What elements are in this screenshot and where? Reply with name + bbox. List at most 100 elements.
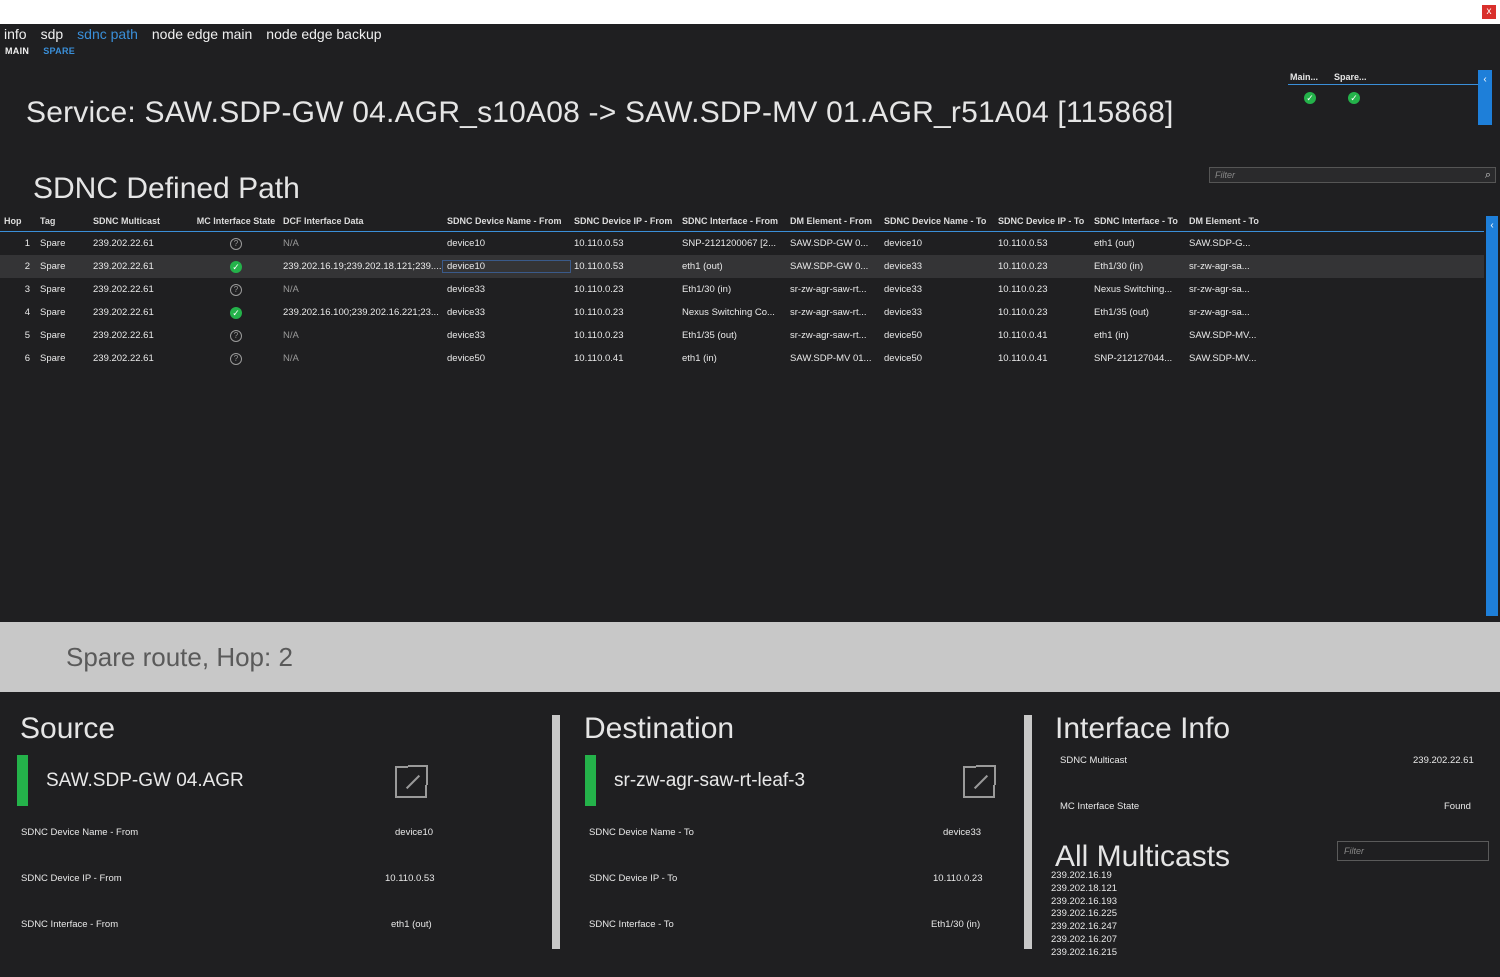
close-button[interactable]: x [1482, 5, 1496, 19]
table-cell: Spare [40, 284, 66, 295]
collapse-status-button[interactable]: ‹ [1478, 70, 1492, 125]
tab-node-edge-backup[interactable]: node edge backup [266, 26, 381, 46]
column-header[interactable]: SDNC Device IP - To [994, 216, 1090, 231]
open-external-icon[interactable] [963, 765, 996, 798]
column-header[interactable]: DM Element - To [1185, 216, 1280, 231]
table-cell: 239.202.22.61 [93, 238, 154, 249]
table-cell: sr-zw-agr-sa... [1189, 261, 1250, 272]
table-cell: SAW.SDP-G... [1189, 238, 1251, 249]
column-header[interactable]: SDNC Interface - From [678, 216, 786, 231]
panel-divider [552, 715, 560, 949]
column-header[interactable]: DM Element - From [786, 216, 880, 231]
tab-sdnc-path[interactable]: sdnc path [77, 26, 138, 46]
destination-device-header: sr-zw-agr-saw-rt-leaf-3 [585, 755, 805, 806]
tab-node-edge-main[interactable]: node edge main [152, 26, 252, 46]
table-cell: 10.110.0.23 [998, 307, 1048, 318]
open-external-icon[interactable] [395, 765, 428, 798]
table-cell: 239.202.16.100;239.202.16.221;23... [283, 307, 439, 318]
table-cell: 3 [24, 284, 30, 295]
tab-info[interactable]: info [4, 26, 27, 46]
table-row[interactable]: 4 Spare 239.202.22.61 ✓ 239.202.16.100;239.2… [0, 301, 1484, 324]
table-cell: SNP-2121200067 [2... [682, 238, 777, 249]
subtab-main[interactable]: MAIN [5, 46, 29, 56]
table-cell: 10.110.0.41 [998, 353, 1048, 364]
main-status-ok-icon: ✓ [1304, 92, 1316, 104]
table-cell: 5 [24, 330, 30, 341]
list-item[interactable]: 239.202.16.225 [1051, 908, 1117, 921]
path-filter-input[interactable]: Filter ⌕ [1209, 167, 1496, 183]
source-status-bar [17, 755, 28, 806]
table-row[interactable]: 5 Spare 239.202.22.61? N/A device33 10.110.0.… [0, 324, 1484, 347]
table-cell: 10.110.0.53 [574, 238, 624, 249]
table-cell: 2 [24, 261, 30, 272]
table-cell: eth1 (in) [1094, 330, 1129, 341]
service-title: Service: SAW.SDP-GW 04.AGR_s10A08 -> SAW… [26, 96, 1174, 129]
table-row[interactable]: 1 Spare 239.202.22.61? N/A device10 10.110.0.… [0, 232, 1484, 255]
list-item[interactable]: 239.202.16.215 [1051, 947, 1117, 960]
column-header[interactable]: DCF Interface Data [279, 216, 443, 231]
destination-status-bar [585, 755, 596, 806]
table-cell: SAW.SDP-GW 0... [790, 261, 869, 272]
filter-placeholder: Filter [1215, 170, 1235, 180]
table-cell: N/A [283, 238, 299, 249]
table-cell: device50 [447, 353, 486, 364]
table-cell: Eth1/30 (in) [1094, 261, 1144, 272]
table-cell: device10 [447, 238, 486, 249]
table-cell: eth1 (out) [1094, 238, 1135, 249]
table-cell: 239.202.22.61 [93, 330, 154, 341]
mc-interface-state-cell: ? [189, 329, 279, 342]
table-cell: Nexus Switching... [1094, 284, 1173, 295]
tab-sdp[interactable]: sdp [41, 26, 64, 46]
table-row[interactable]: 3 Spare 239.202.22.61? N/A device33 10.110.0.… [0, 278, 1484, 301]
table-cell: 10.110.0.23 [574, 330, 624, 341]
list-item[interactable]: 239.202.16.19 [1051, 870, 1117, 883]
column-header[interactable]: SDNC Multicast [89, 216, 189, 231]
column-header[interactable]: SDNC Device Name - To [880, 216, 994, 231]
column-header[interactable]: SDNC Device Name - From [443, 216, 570, 231]
search-icon[interactable]: ⌕ [1485, 168, 1491, 182]
list-item[interactable]: 239.202.16.247 [1051, 921, 1117, 934]
interface-field-label: SDNC Multicast [1060, 755, 1128, 766]
list-item[interactable]: 239.202.16.193 [1051, 896, 1117, 909]
status-ok-icon: ✓ [230, 306, 242, 319]
column-header[interactable]: SDNC Interface - To [1090, 216, 1185, 231]
table-cell: N/A [283, 353, 299, 364]
status-unknown-icon: ? [230, 329, 242, 342]
list-item[interactable]: 239.202.16.207 [1051, 934, 1117, 947]
multicast-filter-input[interactable]: Filter [1337, 841, 1489, 861]
column-header[interactable]: Tag [36, 216, 89, 231]
all-multicasts-panel: All Multicasts [1055, 840, 1230, 874]
panel-divider [1024, 715, 1032, 949]
table-cell: device33 [447, 284, 486, 295]
list-item[interactable]: 239.202.18.121 [1051, 883, 1117, 896]
table-row[interactable]: 2 Spare 239.202.22.61 ✓ 239.202.16.19;239.20… [0, 255, 1484, 278]
subtab-spare[interactable]: SPARE [43, 46, 75, 56]
table-cell: device10 [442, 260, 571, 273]
mc-interface-state-cell: ✓ [189, 306, 279, 319]
table-cell: SNP-212127044... [1094, 353, 1173, 364]
table-cell: sr-zw-agr-saw-rt... [790, 307, 867, 318]
destination-title: Destination [584, 712, 735, 745]
mc-interface-state-cell: ? [189, 283, 279, 296]
table-cell: 10.110.0.53 [998, 238, 1048, 249]
table-cell: 1 [24, 238, 30, 249]
table-cell: N/A [283, 330, 299, 341]
column-header[interactable]: MC Interface State [189, 216, 279, 231]
route-bar-label: Spare route, Hop: 2 [66, 642, 293, 672]
main-tabs: info sdp sdnc path node edge main node edge … [4, 26, 382, 46]
destination-field-label: SDNC Interface - To [589, 919, 674, 930]
source-title: Source [20, 712, 116, 745]
column-header[interactable]: SDNC Device IP - From [570, 216, 678, 231]
table-row[interactable]: 6 Spare 239.202.22.61? N/A device50 10.110.0.… [0, 347, 1484, 370]
destination-field-label: SDNC Device Name - To [589, 827, 694, 838]
status-unknown-icon: ? [230, 283, 242, 296]
collapse-grid-button[interactable]: ‹ [1486, 216, 1498, 616]
route-status-summary: Main... Spare... ✓ ✓ [1288, 72, 1478, 104]
table-cell: Eth1/30 (in) [682, 284, 732, 295]
all-multicasts-title: All Multicasts [1055, 840, 1231, 873]
table-cell: 10.110.0.41 [998, 330, 1048, 341]
table-cell: 4 [24, 307, 30, 318]
column-header[interactable]: Hop [0, 216, 36, 231]
table-cell: 239.202.22.61 [93, 353, 154, 364]
mc-interface-state-cell: ? [189, 352, 279, 365]
